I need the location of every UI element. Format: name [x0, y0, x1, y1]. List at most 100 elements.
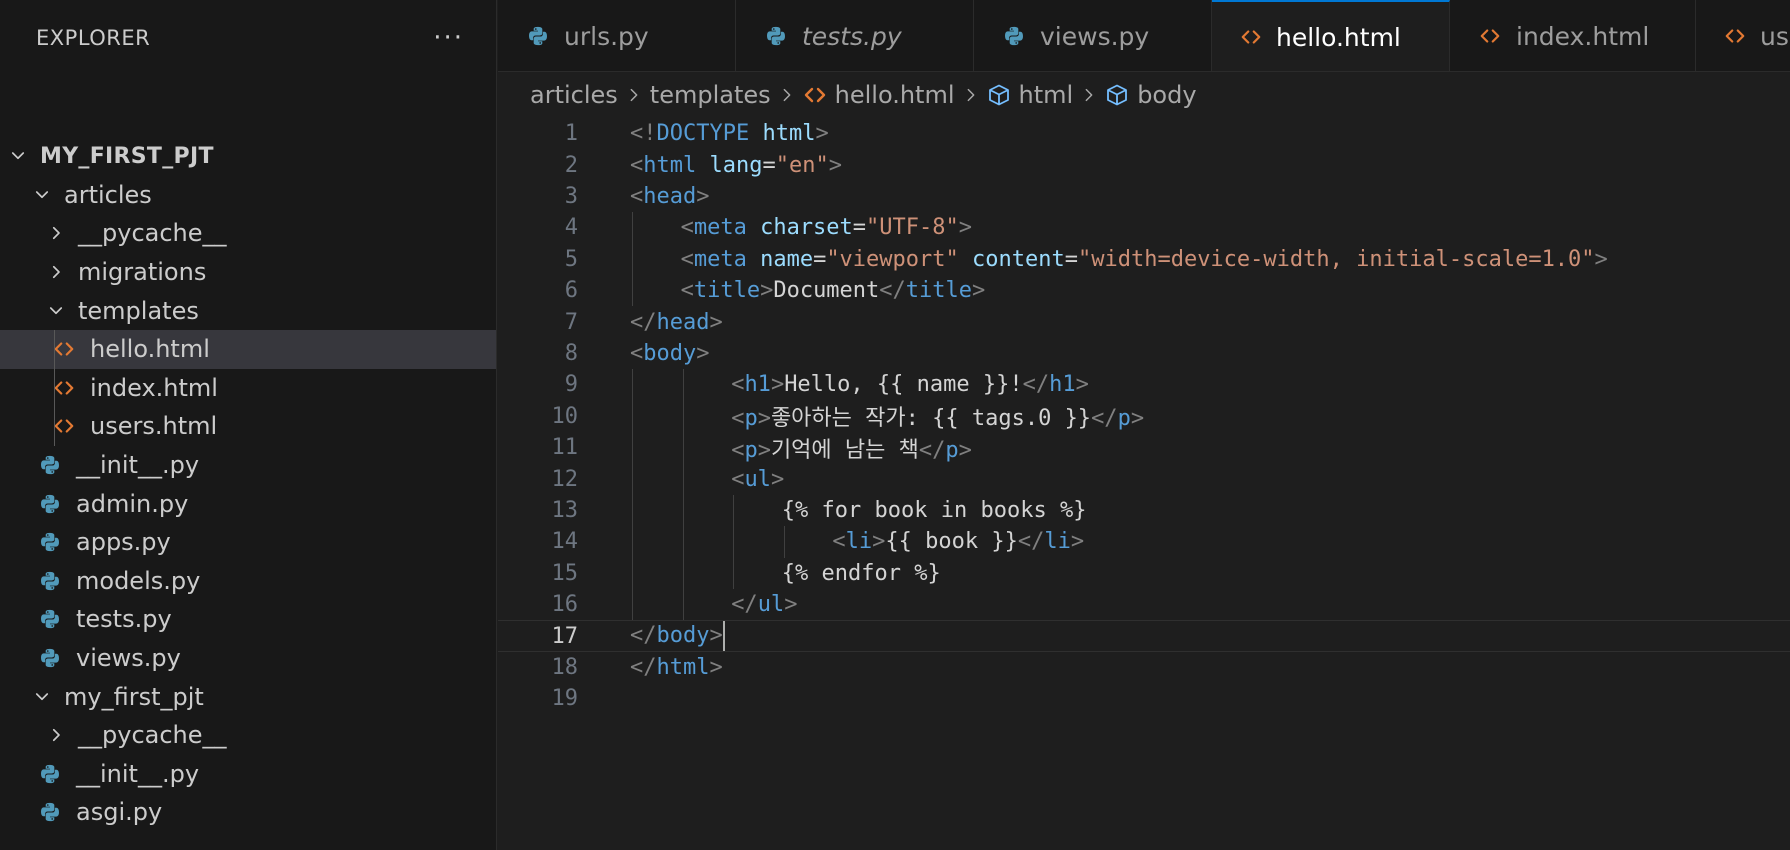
tab-urls-py[interactable]: urls.py: [498, 0, 736, 71]
more-actions-icon[interactable]: ···: [433, 25, 464, 51]
code-token: Hello, {{ name }}!: [784, 372, 1023, 398]
code-line[interactable]: 11 <p>기억에 남는 책</p>: [498, 432, 1790, 463]
line-number: 13: [551, 497, 579, 523]
tree-item-views-py[interactable]: views.py: [0, 639, 496, 678]
code-brackets-icon: [1478, 24, 1502, 48]
indent-guide: [733, 494, 735, 589]
code-line[interactable]: 16 </ul>: [498, 589, 1790, 620]
code-line[interactable]: 1 <!DOCTYPE html>: [498, 118, 1790, 149]
code-line[interactable]: 13 {% for book in books %}: [498, 495, 1790, 526]
line-number: 10: [551, 403, 579, 429]
code-brackets-icon: [52, 376, 76, 400]
chevron-right-icon: [779, 87, 795, 103]
line-number: 9: [564, 372, 578, 398]
tree-item-users-html[interactable]: users.html: [0, 407, 496, 446]
tree-item-my-first-pjt[interactable]: my_first_pjt: [0, 677, 496, 716]
tree-item-pycache[interactable]: __pycache__: [0, 716, 496, 755]
breadcrumb-item-templates[interactable]: templates: [650, 81, 771, 109]
chevron-right-icon[interactable]: [46, 223, 66, 243]
chevron-down-icon[interactable]: [46, 301, 66, 321]
chevron-down-icon[interactable]: [8, 146, 28, 166]
code-line[interactable]: 12 <ul>: [498, 463, 1790, 494]
line-number: 19: [551, 686, 579, 712]
code-token: <: [680, 246, 694, 272]
tab-views-py[interactable]: views.py: [974, 0, 1212, 71]
tree-item-templates[interactable]: templates: [0, 291, 496, 330]
indent-guide: [783, 526, 785, 558]
code-token: >: [958, 215, 973, 241]
symbol-cube-icon: [987, 83, 1011, 107]
line-number: 5: [564, 246, 578, 272]
code-line[interactable]: 18 </html>: [498, 652, 1790, 683]
code-content: </head>: [630, 310, 723, 335]
tree-item-my-first-pjt[interactable]: MY_FIRST_PJT: [0, 137, 496, 176]
code-line[interactable]: 15 {% endfor %}: [498, 558, 1790, 589]
code-line[interactable]: 6 <title>Document</title>: [498, 275, 1790, 306]
python-icon: [38, 800, 62, 824]
tree-item-index-html[interactable]: index.html: [0, 369, 496, 408]
code-line[interactable]: 7 </head>: [498, 306, 1790, 337]
tree-item-pycache[interactable]: __pycache__: [0, 214, 496, 253]
code-line[interactable]: 2 <html lang="en">: [498, 149, 1790, 180]
breadcrumb-item-hello-html[interactable]: hello.html: [835, 81, 955, 109]
tab-label: hello.html: [1276, 22, 1401, 52]
code-token: =: [1064, 246, 1078, 272]
breadcrumb-item-html[interactable]: html: [1019, 81, 1074, 109]
code-token: >: [1594, 246, 1608, 272]
code-token: Document: [773, 278, 880, 304]
code-token: >: [1075, 372, 1089, 398]
tab-hello-html[interactable]: hello.html: [1212, 0, 1450, 71]
tree-item-apps-py[interactable]: apps.py: [0, 523, 496, 562]
code-token: >: [709, 654, 723, 680]
code-content: <html lang="en">: [630, 153, 842, 178]
code-token: body: [656, 623, 710, 649]
code-brackets-icon: [1724, 24, 1746, 48]
line-number: 16: [551, 592, 579, 618]
chevron-right-icon[interactable]: [46, 725, 66, 745]
indent-guide: [632, 212, 633, 307]
code-content: <title>Document</title>: [681, 278, 986, 303]
code-token: p: [945, 437, 959, 463]
tree-item-migrations[interactable]: migrations: [0, 253, 496, 292]
tree-item-tests-py[interactable]: tests.py: [0, 600, 496, 639]
code-editor[interactable]: 1 <!DOCTYPE html> 2 <html lang="en"> 3 <head>…: [498, 118, 1790, 850]
code-token: <: [630, 152, 644, 178]
python-icon: [38, 569, 62, 593]
code-content: {% endfor %}: [782, 561, 941, 586]
line-number: 17: [551, 623, 579, 649]
tree-item-hello-html[interactable]: hello.html: [0, 330, 496, 369]
chevron-right-icon[interactable]: [46, 262, 66, 282]
code-line[interactable]: 19: [498, 683, 1790, 714]
tree-item-init-py[interactable]: __init__.py: [0, 755, 496, 794]
code-line[interactable]: 10 <p>좋아하는 작가: {{ tags.0 }}</p>: [498, 401, 1790, 432]
tree-item-articles[interactable]: articles: [0, 176, 496, 215]
code-token: >: [958, 437, 972, 463]
code-token: meta: [693, 215, 747, 241]
tab-label: index.html: [1516, 21, 1650, 51]
breadcrumb-item-body[interactable]: body: [1137, 81, 1196, 109]
chevron-down-icon[interactable]: [32, 687, 52, 707]
chevron-down-icon[interactable]: [32, 185, 52, 205]
tree-item-asgi-py[interactable]: asgi.py: [0, 793, 496, 832]
code-line[interactable]: 8 <body>: [498, 338, 1790, 369]
code-brackets-icon: [52, 337, 76, 361]
code-token: >: [757, 437, 771, 463]
tree-item-admin-py[interactable]: admin.py: [0, 484, 496, 523]
tab-index-html[interactable]: index.html: [1450, 0, 1696, 71]
line-number: 3: [564, 183, 578, 209]
code-line[interactable]: 4 <meta charset="UTF-8">: [498, 212, 1790, 243]
tab-us[interactable]: us: [1696, 0, 1790, 71]
code-line[interactable]: 3 <head>: [498, 181, 1790, 212]
python-icon: [764, 24, 788, 48]
code-token: >: [696, 340, 710, 366]
tab-tests-py[interactable]: tests.py: [736, 0, 974, 71]
breadcrumb-item-articles[interactable]: articles: [530, 81, 618, 109]
code-line[interactable]: 5 <meta name="viewport" content="width=de…: [498, 244, 1790, 275]
code-line[interactable]: 14 <li>{{ book }}</li>: [498, 526, 1790, 557]
tree-item-init-py[interactable]: __init__.py: [0, 446, 496, 485]
tree-item-models-py[interactable]: models.py: [0, 562, 496, 601]
code-line[interactable]: 17 </body>: [498, 620, 1790, 652]
code-line[interactable]: 9 <h1>Hello, {{ name }}!</h1>: [498, 369, 1790, 400]
